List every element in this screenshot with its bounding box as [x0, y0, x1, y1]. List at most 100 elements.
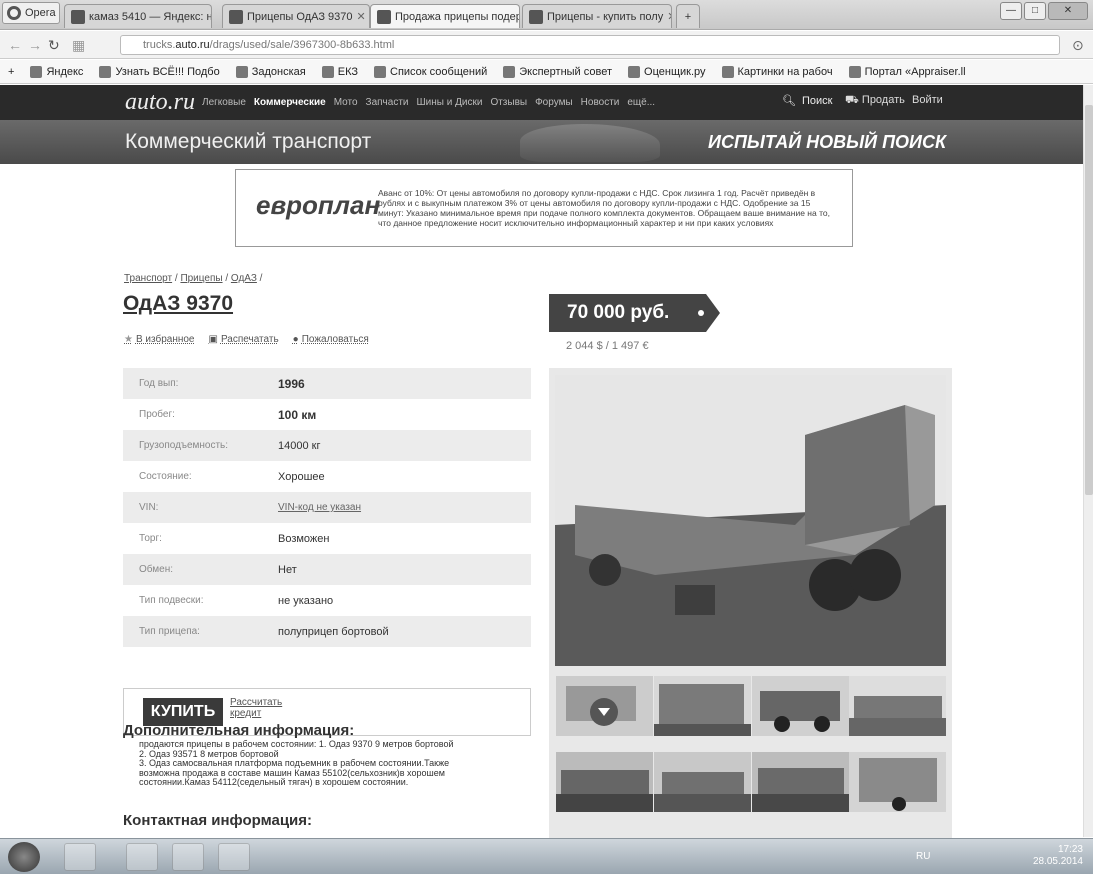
thumbnail-photo[interactable] — [556, 676, 653, 736]
breadcrumb-link[interactable]: Транспорт — [124, 273, 172, 284]
url-input[interactable]: trucks.auto.ru/drags/used/sale/3967300-8… — [120, 35, 1060, 55]
spec-label: Тип прицепа: — [139, 626, 200, 637]
document-icon — [628, 65, 641, 78]
thumbnail-photo[interactable] — [752, 752, 849, 812]
nav-item[interactable]: ещё... — [627, 97, 655, 108]
tab-trailers[interactable]: Прицепы - купить полу ✕ — [522, 4, 672, 28]
favorite-link[interactable]: ★ В избранное — [124, 334, 195, 345]
nav-item[interactable]: Отзывы — [490, 97, 527, 108]
bookmark-item[interactable]: Оценщик.ру — [628, 65, 706, 78]
spec-label: Пробег: — [139, 409, 175, 420]
spec-value: Возможен — [278, 532, 330, 545]
nav-item-current[interactable]: Коммерческие — [254, 97, 326, 108]
system-clock[interactable]: 17:23 28.05.2014 — [1033, 844, 1083, 868]
thumbnail-photo[interactable] — [752, 676, 849, 736]
opera-taskbar-icon[interactable] — [172, 843, 204, 871]
document-icon — [99, 65, 112, 78]
download-icon[interactable]: ⊙ — [1072, 37, 1084, 54]
tab-odaz[interactable]: Прицепы ОдАЗ 9370 ✕ — [222, 4, 370, 28]
tab-yandex[interactable]: камаз 5410 — Яндекс: на ✕ — [64, 4, 212, 28]
nav-item[interactable]: Запчасти — [366, 97, 409, 108]
document-icon — [374, 65, 387, 78]
bookmark-item[interactable]: Задонская — [235, 65, 306, 78]
close-icon[interactable]: ✕ — [357, 10, 366, 23]
tab-sale-active[interactable]: Продажа прицепы подер ✕ — [370, 4, 520, 28]
spec-row: Состояние: Хорошее — [123, 461, 531, 492]
thumbnail-photo[interactable] — [556, 752, 653, 812]
breadcrumb-link[interactable]: Прицепы — [180, 273, 222, 284]
speed-dial-icon[interactable]: ▦ — [72, 37, 85, 54]
bookmark-item[interactable]: Экспертный совет — [503, 65, 612, 78]
scrollbar-thumb[interactable] — [1085, 105, 1093, 495]
print-link[interactable]: ▣ Распечатать — [209, 334, 279, 345]
spec-row: Торг: Возможен — [123, 523, 531, 554]
bookmark-add-icon[interactable]: + — [8, 66, 14, 78]
bookmark-item[interactable]: Узнать ВСЁ!!! Подбо — [99, 65, 220, 78]
price-tag: 70 000 руб. — [549, 294, 720, 332]
tab-label: Прицепы ОдАЗ 9370 — [247, 10, 353, 23]
bookmark-label: ЕКЗ — [337, 65, 359, 78]
spec-label: Торг: — [139, 533, 162, 544]
document-icon — [503, 65, 516, 78]
media-player-icon[interactable] — [64, 843, 96, 871]
new-tab-button[interactable]: + — [676, 4, 700, 28]
spec-label: VIN: — [139, 502, 159, 513]
document-icon — [848, 65, 861, 78]
bookmark-item[interactable]: Яндекс — [30, 65, 83, 78]
spec-label: Обмен: — [139, 564, 174, 575]
nav-item[interactable]: Мото — [334, 97, 358, 108]
windows-start-icon[interactable] — [8, 842, 40, 872]
bookmark-label: Задонская — [251, 65, 306, 78]
close-icon[interactable]: ✕ — [667, 10, 671, 23]
excel-icon[interactable] — [218, 843, 250, 871]
thumbnail-photo[interactable] — [654, 676, 751, 736]
bookmark-item[interactable]: Портал «Appraiser.ll — [848, 65, 966, 78]
document-icon — [721, 65, 734, 78]
spec-row: Тип подвески: не указано — [123, 585, 531, 616]
sell-link[interactable]: ⛟ Продать — [845, 94, 905, 108]
dot-icon — [698, 310, 704, 316]
bookmark-item[interactable]: ЕКЗ — [321, 65, 359, 78]
reload-icon[interactable]: ↻ — [48, 37, 60, 54]
main-photo[interactable] — [555, 375, 946, 666]
bookmark-item[interactable]: Список сообщений — [374, 65, 487, 78]
thumbnail-photo[interactable] — [654, 752, 751, 812]
thumbnail-photo[interactable] — [849, 752, 946, 812]
vin-link[interactable]: VIN-код не указан — [278, 502, 361, 513]
price-converted: 2 044 $ / 1 497 € — [566, 340, 649, 352]
minimize-icon[interactable]: — — [1000, 2, 1022, 20]
spec-label: Год вып: — [139, 378, 179, 389]
site-logo[interactable]: auto.ru — [125, 89, 195, 116]
nav-item[interactable]: Новости — [581, 97, 620, 108]
spec-value: полуприцеп бортовой — [278, 625, 389, 638]
europlan-ad[interactable]: европлан Аванс от 10%: От цены автомобил… — [235, 169, 853, 247]
autoru-favicon-icon — [229, 9, 243, 24]
top-nav: Легковые Коммерческие Мото Запчасти Шины… — [202, 97, 655, 108]
nav-item[interactable]: Шины и Диски — [417, 97, 483, 108]
page-scrollbar[interactable] — [1083, 85, 1093, 837]
search-link[interactable]: 🔍︎ Поиск — [782, 94, 832, 108]
thumbnail-photo[interactable] — [849, 676, 946, 736]
star-icon: ★ — [124, 334, 133, 345]
explorer-icon[interactable] — [126, 843, 158, 871]
spec-row: Пробег: 100 км — [123, 399, 531, 430]
tab-label: Прицепы - купить полу — [547, 10, 664, 23]
browser-tab-strip: Opera камаз 5410 — Яндекс: на ✕ Прицепы … — [0, 0, 1093, 30]
maximize-icon[interactable]: □ — [1024, 2, 1046, 20]
breadcrumb-link[interactable]: ОдАЗ — [231, 273, 257, 284]
forward-icon[interactable]: → — [28, 37, 42, 53]
back-icon[interactable]: ← — [8, 37, 22, 53]
credit-calc-link[interactable]: Рассчитать кредит — [230, 697, 290, 719]
opera-menu-button[interactable]: Opera — [2, 2, 60, 24]
language-indicator[interactable]: RU — [916, 851, 930, 862]
bookmark-item[interactable]: Картинки на рабоч — [721, 65, 833, 78]
spec-label: Тип подвески: — [139, 595, 204, 606]
contact-info-heading: Контактная информация: — [123, 812, 313, 829]
close-window-icon[interactable]: ✕ — [1048, 2, 1088, 20]
new-search-link[interactable]: ИСПЫТАЙ НОВЫЙ ПОИСК — [708, 132, 946, 153]
nav-item[interactable]: Легковые — [202, 97, 246, 108]
login-link[interactable]: Войти — [912, 94, 943, 106]
nav-item[interactable]: Форумы — [535, 97, 573, 108]
complain-link[interactable]: ● Пожаловаться — [293, 334, 369, 345]
bookmark-label: Узнать ВСЁ!!! Подбо — [115, 65, 220, 78]
